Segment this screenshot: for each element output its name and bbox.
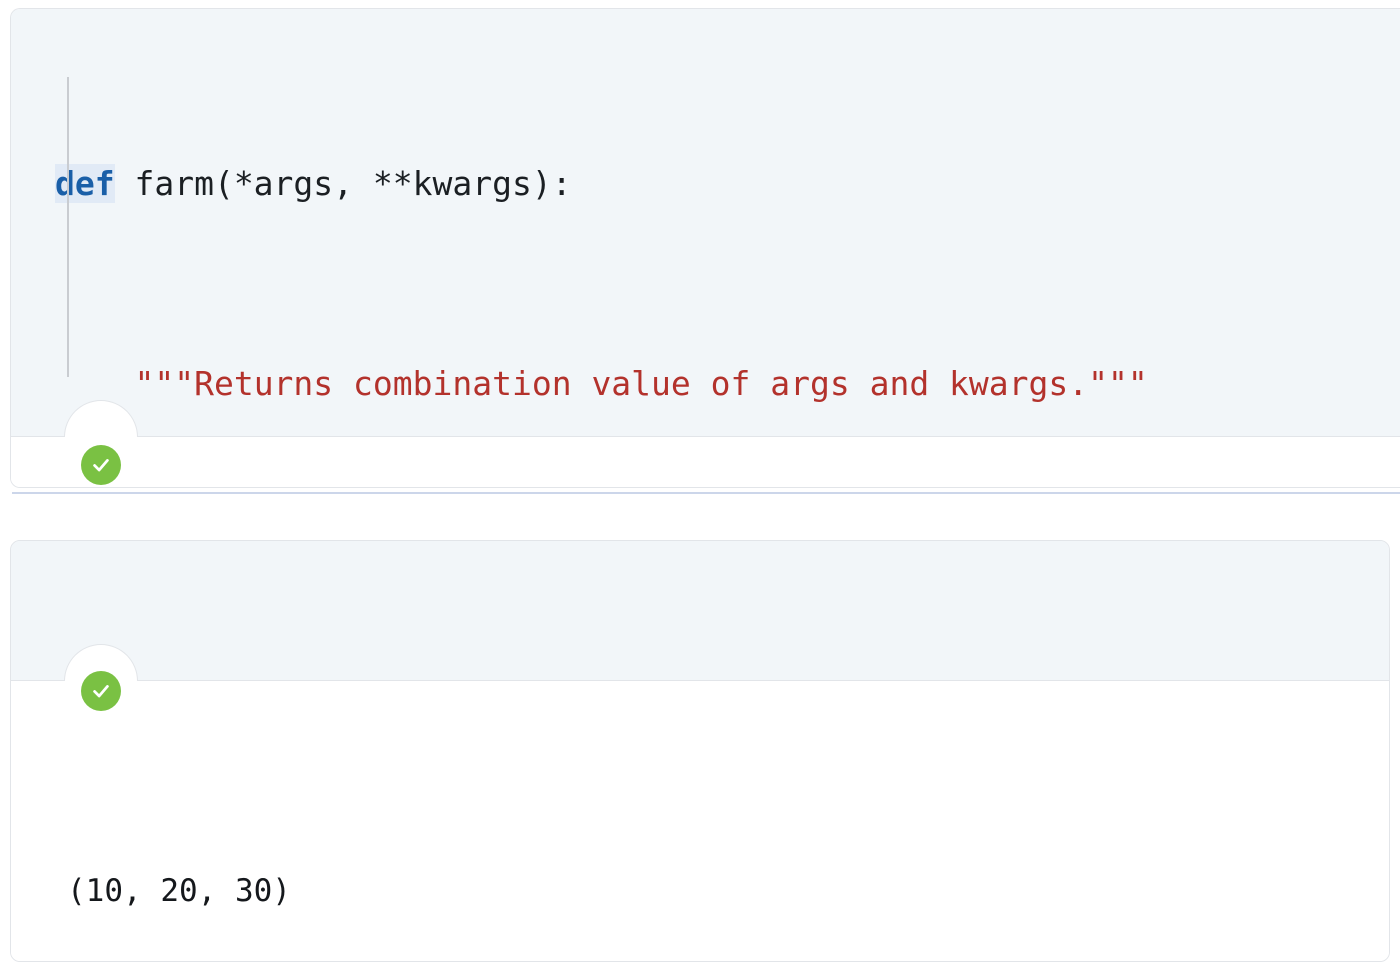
cell-1-input-area[interactable]: def farm(*args, **kwargs): """Returns co…	[11, 9, 1400, 437]
status-badge[interactable]	[81, 445, 121, 485]
success-check-icon	[93, 685, 109, 698]
code-token: farm(*args, **kwargs):	[114, 164, 572, 203]
keyword-def: def	[55, 164, 115, 203]
docstring: """Returns combination value of args and…	[134, 364, 1148, 403]
notebook-container: def farm(*args, **kwargs): """Returns co…	[0, 0, 1400, 980]
cell-2-output-area: (10, 20, 30) {'fruit': 'apples', 'food':…	[11, 681, 1389, 961]
success-check-icon	[93, 459, 109, 472]
code-line: def farm(*args, **kwargs):	[55, 159, 1400, 209]
code-cell-1[interactable]: def farm(*args, **kwargs): """Returns co…	[10, 8, 1400, 488]
cell-1-source[interactable]: def farm(*args, **kwargs): """Returns co…	[55, 59, 1400, 487]
output-line: (10, 20, 30)	[67, 873, 291, 909]
status-badge[interactable]	[81, 671, 121, 711]
indent-guide-line	[67, 77, 69, 377]
cell-1-output-area	[11, 437, 1400, 487]
cell-1-bottom-rule	[12, 492, 1400, 494]
code-cell-2[interactable]: farm(10, 20, 30, fruit='apples', food='b…	[10, 540, 1390, 962]
code-line: """Returns combination value of args and…	[55, 359, 1400, 409]
output-stream: (10, 20, 30) {'fruit': 'apples', 'food':…	[67, 759, 1389, 961]
cell-2-input-area[interactable]: farm(10, 20, 30, fruit='apples', food='b…	[11, 541, 1389, 737]
